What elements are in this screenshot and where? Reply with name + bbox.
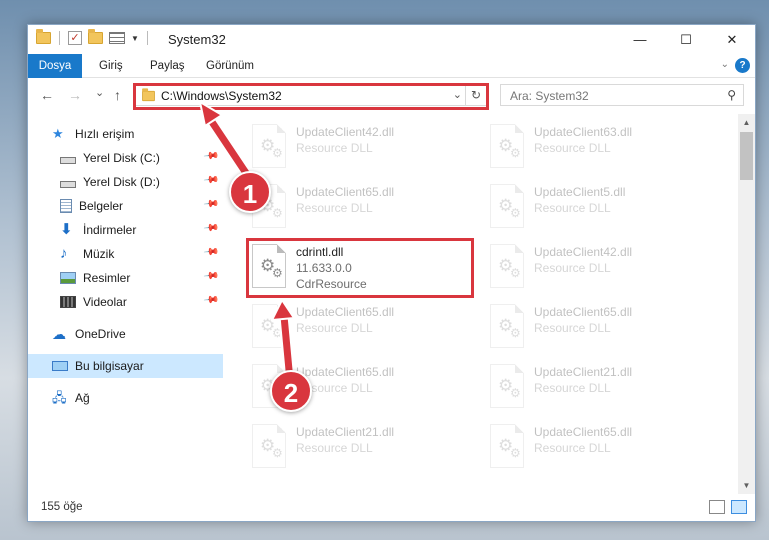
step-2-badge: 2 [270,370,312,412]
step-2-arrowhead [270,298,296,322]
annotation-arrows [198,99,296,376]
step-2-arrow-fill [280,312,293,374]
step-1-badge: 1 [229,171,271,213]
step-1-arrow-fill [206,115,252,180]
